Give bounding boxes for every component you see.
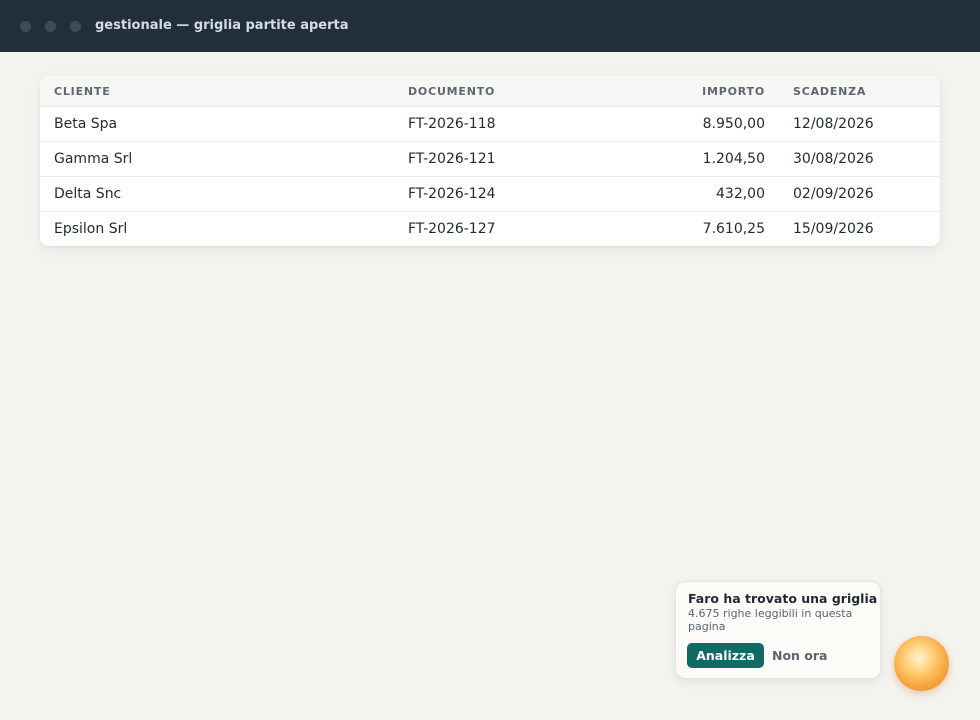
cell-importo: 1.204,50 — [702, 151, 765, 167]
cell-documento: FT-2026-121 — [408, 151, 496, 167]
table-row[interactable]: Beta Spa FT-2026-118 8.950,00 12/08/2026 — [40, 107, 940, 142]
window-minimize-dot[interactable] — [45, 21, 56, 32]
cell-cliente: Beta Spa — [54, 116, 118, 132]
window-title: gestionale — griglia partite aperta — [95, 18, 349, 33]
open-items-grid: CLIENTE DOCUMENTO IMPORTO SCADENZA Beta … — [40, 76, 940, 246]
cell-importo: 7.610,25 — [702, 221, 765, 237]
cell-scadenza: 02/09/2026 — [793, 186, 874, 202]
popup-title: Faro ha trovato una griglia — [688, 591, 878, 606]
table-row[interactable]: Epsilon Srl FT-2026-127 7.610,25 15/09/2… — [40, 212, 940, 246]
grid-header: CLIENTE DOCUMENTO IMPORTO SCADENZA — [40, 76, 940, 107]
assistant-popup: Faro ha trovato una griglia 4.675 righe … — [675, 581, 881, 679]
window-titlebar: gestionale — griglia partite aperta — [0, 0, 980, 52]
window-maximize-dot[interactable] — [70, 21, 81, 32]
cell-importo: 8.950,00 — [702, 116, 765, 132]
not-now-button[interactable]: Non ora — [772, 648, 828, 663]
cell-scadenza: 30/08/2026 — [793, 151, 874, 167]
column-header-scadenza[interactable]: SCADENZA — [793, 85, 866, 98]
popup-message: 4.675 righe leggibili in questa pagina — [688, 607, 853, 633]
cell-cliente: Delta Snc — [54, 186, 122, 202]
cell-cliente: Gamma Srl — [54, 151, 133, 167]
column-header-importo[interactable]: IMPORTO — [702, 85, 765, 98]
cell-importo: 432,00 — [716, 186, 765, 202]
cell-documento: FT-2026-118 — [408, 116, 496, 132]
window-close-dot[interactable] — [20, 21, 31, 32]
cell-scadenza: 12/08/2026 — [793, 116, 874, 132]
cell-cliente: Epsilon Srl — [54, 221, 128, 237]
cell-scadenza: 15/09/2026 — [793, 221, 874, 237]
analyze-button[interactable]: Analizza — [687, 643, 764, 668]
cell-documento: FT-2026-127 — [408, 221, 496, 237]
column-header-cliente[interactable]: CLIENTE — [54, 85, 111, 98]
table-row[interactable]: Gamma Srl FT-2026-121 1.204,50 30/08/202… — [40, 142, 940, 177]
cell-documento: FT-2026-124 — [408, 186, 496, 202]
column-header-documento[interactable]: DOCUMENTO — [408, 85, 495, 98]
table-row[interactable]: Delta Snc FT-2026-124 432,00 02/09/2026 — [40, 177, 940, 212]
assistant-orb-icon[interactable] — [894, 636, 949, 691]
